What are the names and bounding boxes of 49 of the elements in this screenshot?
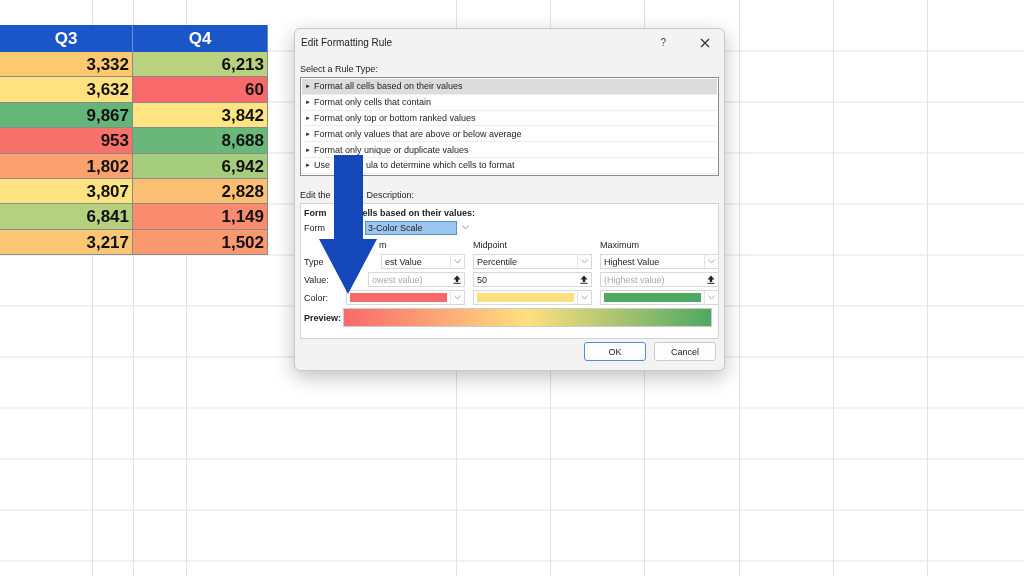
window-title: Edit Formatting Rule (301, 37, 394, 48)
table-cell: 3,807 (0, 178, 133, 205)
table-cell: 6,841 (0, 204, 133, 230)
color-dropdown[interactable] (473, 290, 592, 305)
ok-button[interactable]: OK (584, 342, 646, 361)
table-cell: 8,688 (133, 128, 268, 154)
column-label: m (378, 239, 388, 251)
table-cell: 6,942 (133, 153, 268, 179)
chevron-icon (581, 259, 588, 264)
table-cell: 3,217 (0, 229, 133, 256)
type-dropdown[interactable]: est Value (381, 254, 465, 269)
row-label: Type (304, 256, 325, 267)
column-label: Maximum (600, 239, 640, 251)
section-label: Description: (366, 190, 415, 200)
color-dropdown[interactable] (600, 290, 719, 305)
chevron-icon (454, 259, 461, 264)
color-dropdown[interactable] (346, 290, 465, 305)
table-cell: 3,842 (133, 102, 268, 129)
table-cell: 953 (0, 128, 133, 154)
table-cell: 3,632 (0, 77, 133, 103)
close-icon[interactable] (700, 37, 710, 48)
column-header: Q4 (133, 25, 268, 52)
table-cell: 3,332 (0, 52, 133, 78)
help-button[interactable]: ? (660, 37, 666, 48)
preview-label: Preview: (304, 312, 343, 323)
chevron-icon (454, 295, 461, 300)
description-heading: ells based on their values: (362, 208, 476, 218)
section-label: Edit the (300, 190, 331, 200)
table-cell: 2,828 (133, 178, 268, 205)
column-label: Midpoint (473, 239, 509, 251)
section-label: Select a Rule Type: (300, 64, 379, 74)
type-dropdown[interactable]: Percentile (473, 254, 592, 269)
column-header: Q3 (0, 25, 133, 52)
description-heading: Form (304, 208, 327, 218)
type-dropdown[interactable]: Highest Value (600, 254, 719, 269)
table-cell: 6,213 (133, 52, 268, 78)
table-cell: 60 (133, 77, 268, 103)
table-cell: 1,502 (133, 229, 268, 256)
row-label: Color: (304, 292, 329, 303)
table-cell: 1,802 (0, 153, 133, 179)
cancel-button[interactable]: Cancel (654, 342, 716, 361)
row-label: Value: (304, 274, 330, 285)
field-label: Form (304, 222, 326, 233)
table-cell: 9,867 (0, 102, 133, 129)
chevron-icon (708, 259, 715, 264)
chevron-icon (581, 295, 588, 300)
chevron-icon (462, 225, 469, 230)
chevron-icon (708, 295, 715, 300)
table-cell: 1,149 (133, 204, 268, 230)
